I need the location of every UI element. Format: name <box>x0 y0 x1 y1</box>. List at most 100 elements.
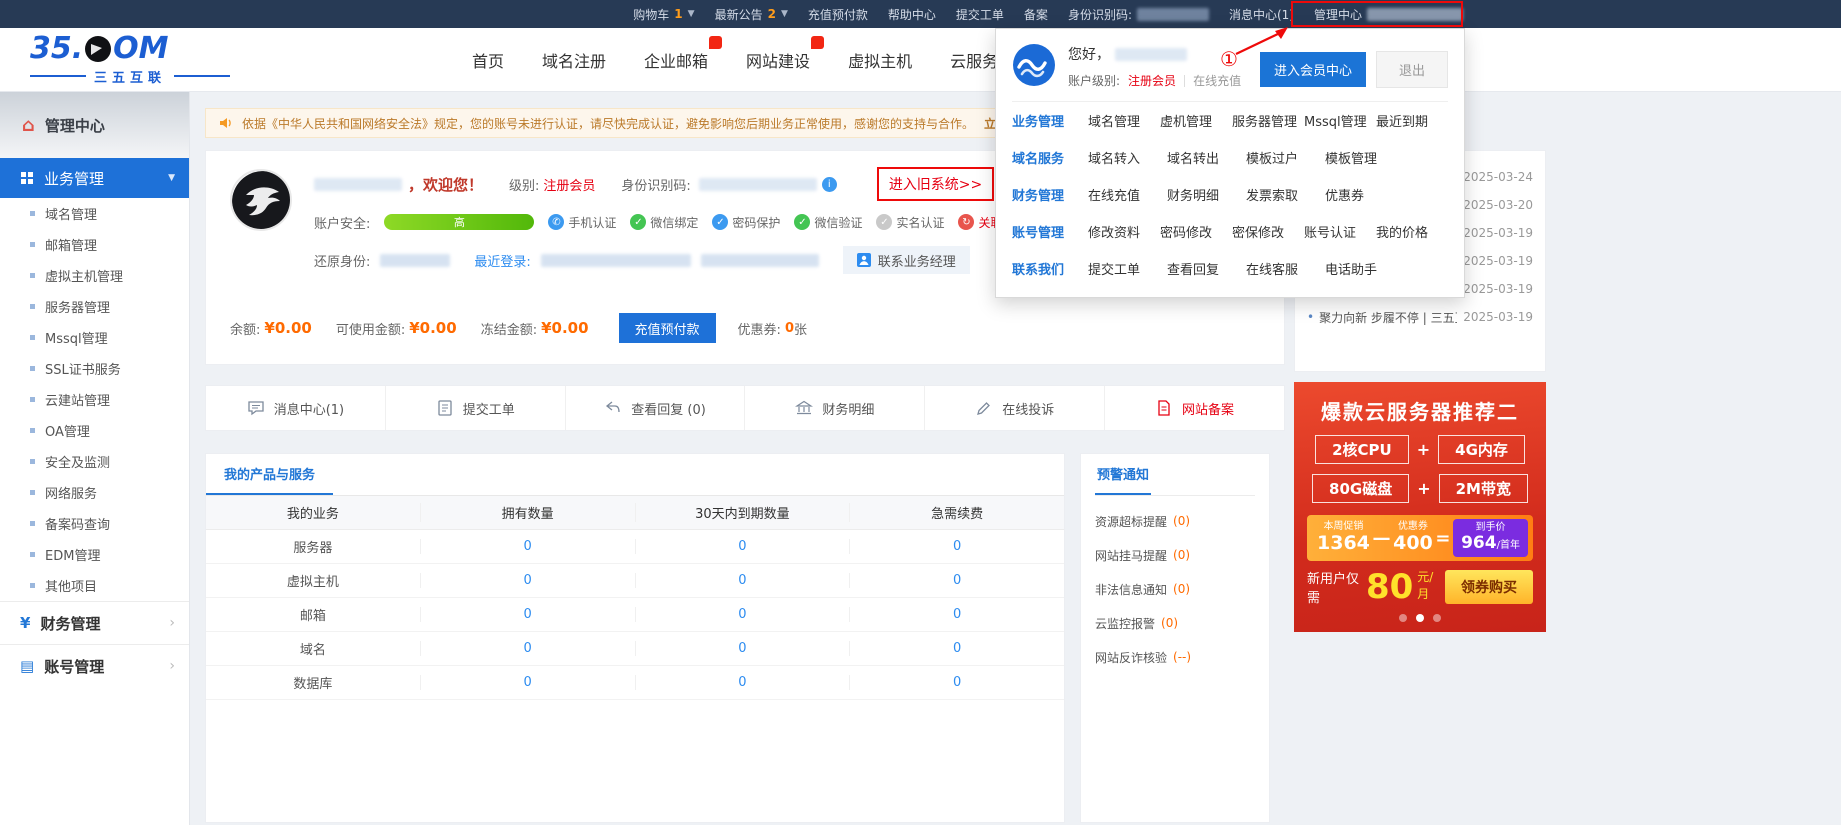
dropdown-link[interactable]: 在线客服 <box>1246 259 1325 278</box>
website-beian-button[interactable]: 网站备案 <box>1104 386 1284 430</box>
cell-value[interactable]: 0 <box>635 675 850 690</box>
site-logo[interactable]: 35. OM 三五互联 <box>30 34 230 86</box>
dropdown-link[interactable]: 密码修改 <box>1160 222 1232 241</box>
nav-home[interactable]: 首页 <box>470 44 506 76</box>
sidebar-item-business-mgmt[interactable]: 业务管理 ▼ <box>0 158 189 198</box>
dropdown-link[interactable]: 查看回复 <box>1167 259 1246 278</box>
news-title[interactable]: 聚力向新 步履不停 | 三五互联2... <box>1319 309 1457 326</box>
warning-illegal-info[interactable]: 非法信息通知 (0) <box>1095 572 1255 606</box>
cell-value[interactable]: 0 <box>420 675 635 690</box>
dropdown-link[interactable]: 在线充值 <box>1088 185 1167 204</box>
warning-antifraud-check[interactable]: 网站反诈核验 (--) <box>1095 640 1255 674</box>
topbar-beian[interactable]: 备案 <box>1024 6 1048 23</box>
sidebar-item-server-mgmt[interactable]: 服务器管理 <box>0 291 189 322</box>
dropdown-link[interactable]: 域名转出 <box>1167 148 1246 167</box>
enter-member-center-button[interactable]: 进入会员中心 <box>1260 52 1366 87</box>
sidebar-item-account-mgmt[interactable]: ▤ 账号管理 › <box>0 644 189 687</box>
dropdown-link[interactable]: 虚机管理 <box>1160 111 1232 130</box>
message-center-button[interactable]: 消息中心(1) <box>206 386 385 430</box>
warning-resource-over[interactable]: 资源超标提醒 (0) <box>1095 504 1255 538</box>
sidebar-item-domain-mgmt[interactable]: 域名管理 <box>0 198 189 229</box>
dropdown-category-finance[interactable]: 财务管理 <box>1012 185 1088 204</box>
dropdown-category-contact[interactable]: 联系我们 <box>1012 259 1088 278</box>
contact-manager-button[interactable]: 联系业务经理 <box>843 246 970 274</box>
warning-site-trojan[interactable]: 网站挂马提醒 (0) <box>1095 538 1255 572</box>
sidebar-item-ssl-service[interactable]: SSL证书服务 <box>0 353 189 384</box>
carousel-dot-active[interactable] <box>1416 614 1424 622</box>
sidebar-item-security-monitor[interactable]: 安全及监测 <box>0 446 189 477</box>
cell-value[interactable]: 0 <box>635 539 850 554</box>
tab-my-products[interactable]: 我的产品与服务 <box>206 454 333 495</box>
dropdown-link[interactable]: 提交工单 <box>1088 259 1167 278</box>
info-icon[interactable]: i <box>822 177 837 192</box>
view-replies-button[interactable]: 查看回复 (0) <box>565 386 745 430</box>
cell-value[interactable]: 0 <box>849 675 1064 690</box>
password-protect-badge[interactable]: ✓密码保护 <box>712 214 780 231</box>
logout-button[interactable]: 退出 <box>1376 51 1448 88</box>
buy-coupon-button[interactable]: 领券购买 <box>1445 570 1533 604</box>
sidebar-item-network-service[interactable]: 网络服务 <box>0 477 189 508</box>
realname-auth-badge[interactable]: ✓实名认证 <box>876 214 944 231</box>
wechat-verify-badge[interactable]: ✓微信验证 <box>794 214 862 231</box>
topbar-recharge[interactable]: 充值预付款 <box>808 6 868 23</box>
old-system-link[interactable]: 进入旧系统>> <box>889 174 982 194</box>
topbar-announcements[interactable]: 最新公告 2 ▼ <box>715 6 788 23</box>
sidebar-home[interactable]: ⌂ 管理中心 <box>0 92 189 158</box>
phone-auth-badge[interactable]: ✆手机认证 <box>548 214 616 231</box>
cell-value[interactable]: 0 <box>849 641 1064 656</box>
submit-ticket-button[interactable]: 提交工单 <box>385 386 565 430</box>
sidebar-item-cloudsite-mgmt[interactable]: 云建站管理 <box>0 384 189 415</box>
cell-value[interactable]: 0 <box>420 573 635 588</box>
nav-virtual-host[interactable]: 虚拟主机 <box>846 44 914 76</box>
dropdown-link[interactable]: 模板管理 <box>1325 148 1404 167</box>
carousel-dot[interactable] <box>1433 614 1441 622</box>
warning-cloud-monitor[interactable]: 云监控报警 (0) <box>1095 606 1255 640</box>
online-recharge-link[interactable]: 在线充值 <box>1193 72 1241 89</box>
nav-domain-register[interactable]: 域名注册 <box>540 44 608 76</box>
cell-value[interactable]: 0 <box>635 607 850 622</box>
sidebar-item-other[interactable]: 其他项目 <box>0 570 189 601</box>
dropdown-link[interactable]: 模板过户 <box>1246 148 1325 167</box>
recharge-button[interactable]: 充值预付款 <box>619 313 716 343</box>
cell-value[interactable]: 0 <box>420 641 635 656</box>
topbar-message-center[interactable]: 消息中心(1) <box>1229 6 1294 23</box>
dropdown-link[interactable]: Mssql管理 <box>1304 111 1376 130</box>
dropdown-category-account[interactable]: 账号管理 <box>1012 222 1088 241</box>
sidebar-item-oa-mgmt[interactable]: OA管理 <box>0 415 189 446</box>
promo-banner[interactable]: 爆款云服务器推荐二 2核CPU + 4G内存 80G磁盘 + 2M带宽 本周促销… <box>1294 382 1546 632</box>
dropdown-link[interactable]: 财务明细 <box>1167 185 1246 204</box>
sidebar-item-beian-code[interactable]: 备案码查询 <box>0 508 189 539</box>
dropdown-link[interactable]: 域名转入 <box>1088 148 1167 167</box>
news-item[interactable]: • 聚力向新 步履不停 | 三五互联2... 2025-03-19 <box>1307 303 1533 331</box>
dropdown-category-domain[interactable]: 域名服务 <box>1012 148 1088 167</box>
dropdown-link[interactable]: 账号认证 <box>1304 222 1376 241</box>
cell-value[interactable]: 0 <box>420 539 635 554</box>
wechat-bind-badge[interactable]: ✓微信绑定 <box>630 214 698 231</box>
sidebar-item-mssql-mgmt[interactable]: Mssql管理 <box>0 322 189 353</box>
dropdown-category-business[interactable]: 业务管理 <box>1012 111 1088 130</box>
dropdown-link[interactable]: 我的价格 <box>1376 222 1448 241</box>
sidebar-item-vhost-mgmt[interactable]: 虚拟主机管理 <box>0 260 189 291</box>
topbar-cart[interactable]: 购物车 1 ▼ <box>633 6 694 23</box>
topbar-help-center[interactable]: 帮助中心 <box>888 6 936 23</box>
topbar-admin-center[interactable]: 管理中心 <box>1314 6 1463 23</box>
dropdown-link[interactable]: 最近到期 <box>1376 111 1448 130</box>
dropdown-link[interactable]: 电话助手 <box>1325 259 1404 278</box>
dropdown-link[interactable]: 密保修改 <box>1232 222 1304 241</box>
finance-detail-button[interactable]: 财务明细 <box>744 386 924 430</box>
dropdown-link[interactable]: 修改资料 <box>1088 222 1160 241</box>
nav-website-build[interactable]: 网站建设 <box>744 44 812 76</box>
sidebar-item-edm-mgmt[interactable]: EDM管理 <box>0 539 189 570</box>
dropdown-link[interactable]: 域名管理 <box>1088 111 1160 130</box>
dropdown-link[interactable]: 发票索取 <box>1246 185 1325 204</box>
online-complaint-button[interactable]: 在线投诉 <box>924 386 1104 430</box>
cell-value[interactable]: 0 <box>635 573 850 588</box>
cell-value[interactable]: 0 <box>849 573 1064 588</box>
sidebar-item-mail-mgmt[interactable]: 邮箱管理 <box>0 229 189 260</box>
topbar-submit-ticket[interactable]: 提交工单 <box>956 6 1004 23</box>
nav-enterprise-mail[interactable]: 企业邮箱 <box>642 44 710 76</box>
cell-value[interactable]: 0 <box>420 607 635 622</box>
cell-value[interactable]: 0 <box>635 641 850 656</box>
dropdown-link[interactable]: 优惠券 <box>1325 185 1404 204</box>
sidebar-item-finance-mgmt[interactable]: ¥ 财务管理 › <box>0 601 189 644</box>
